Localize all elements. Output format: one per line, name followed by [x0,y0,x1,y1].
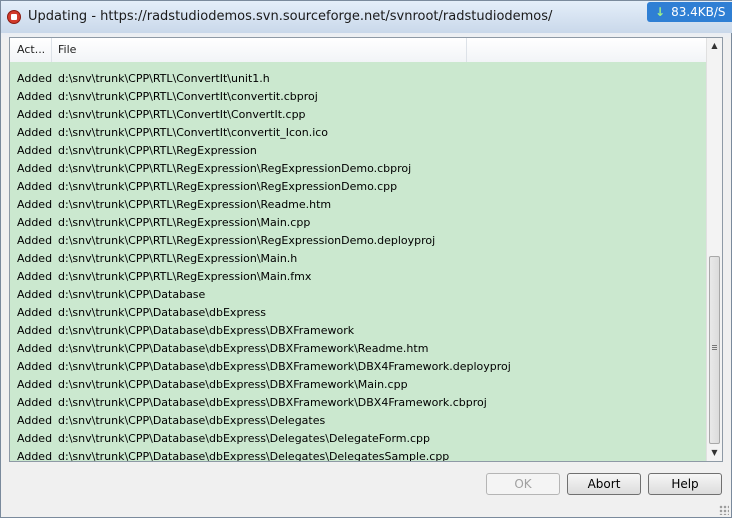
help-button[interactable]: Help [648,473,722,495]
row-file-path: d:\snv\trunk\CPP\RTL\ConvertIt\unit1.h [58,72,270,85]
row-file-path: d:\snv\trunk\CPP\RTL\RegExpression [58,144,257,157]
abort-button[interactable]: Abort [567,473,641,495]
list-item[interactable]: Added d:\snv\trunk\CPP\Database\dbExpress… [10,340,706,358]
list-item[interactable]: Added d:\snv\trunk\CPP\RTL\RegExpression\… [10,160,706,178]
list-item[interactable]: Added d:\snv\trunk\CPP\Database\dbExpress… [10,322,706,340]
scrollbar-thumb[interactable] [709,256,720,444]
row-file-path: d:\snv\trunk\CPP\Database\dbExpress\Dele… [58,432,431,445]
resize-grip-icon[interactable] [719,505,729,515]
list-item[interactable]: Added d:\snv\trunk\CPP\RTL\RegExpression [10,142,706,160]
title-bar[interactable]: Updating - https://radstudiodemos.svn.so… [1,1,732,33]
scroll-up-arrow-icon[interactable]: ▲ [707,38,722,54]
row-file-path: d:\snv\trunk\CPP\Database\dbExpress\Dele… [58,450,450,462]
list-item[interactable]: Added d:\snv\trunk\CPP\RTL\ConvertIt\conv… [10,124,706,142]
row-action: Added [17,378,53,391]
row-action: Added [17,432,53,445]
row-action: Added [17,342,53,355]
row-file-path: d:\snv\trunk\CPP\RTL\RegExpression\Main.… [58,252,298,265]
vertical-scrollbar[interactable]: ▲ ▼ [706,38,722,461]
row-file-path: d:\snv\trunk\CPP\RTL\ConvertIt\convertit… [58,126,329,139]
row-file-path: d:\snv\trunk\CPP\Database\dbExpress\DBXF… [58,342,429,355]
row-file-path: d:\snv\trunk\CPP\Database\dbExpress\DBXF… [58,360,511,373]
row-action: Added [17,450,53,462]
list-rows: Added d:\snv\trunk\CPP\RTL\ConvertIt\unit… [10,62,706,462]
list-item[interactable]: Added d:\snv\trunk\CPP\RTL\ConvertIt\Conv… [10,106,706,124]
row-file-path: d:\snv\trunk\CPP\RTL\ConvertIt\convertit… [58,90,318,103]
list-item[interactable]: Added d:\snv\trunk\CPP\Database\dbExpress… [10,448,706,462]
ok-button[interactable]: OK [486,473,560,495]
row-file-path: d:\snv\trunk\CPP\RTL\RegExpression\RegEx… [58,162,412,175]
row-action: Added [17,396,53,409]
list-item[interactable]: Added d:\snv\trunk\CPP\Database\dbExpress… [10,394,706,412]
row-file-path: d:\snv\trunk\CPP\RTL\RegExpression\Main.… [58,270,312,283]
row-action: Added [17,108,53,121]
row-file-path: d:\snv\trunk\CPP\RTL\RegExpression\Readm… [58,198,332,211]
list-item[interactable]: Added d:\snv\trunk\CPP\RTL\ConvertIt\unit… [10,70,706,88]
scroll-down-arrow-icon[interactable]: ▼ [707,445,722,461]
row-action: Added [17,252,53,265]
window-title: Updating - https://radstudiodemos.svn.so… [28,9,553,24]
row-file-path: d:\snv\trunk\CPP\Database\dbExpress\DBXF… [58,378,408,391]
row-action: Added [17,126,53,139]
list-item[interactable]: Added d:\snv\trunk\CPP\RTL\ConvertIt\conv… [10,88,706,106]
list-item[interactable]: Added d:\snv\trunk\CPP\Database\dbExpress… [10,358,706,376]
row-action: Added [17,288,53,301]
row-action: Added [17,324,53,337]
partial-scrolled-row [10,62,706,70]
list-item[interactable]: Added d:\snv\trunk\CPP\Database\dbExpress… [10,376,706,394]
row-action: Added [17,162,53,175]
download-speed-text: 83.4KB/S [671,5,726,19]
file-action-list[interactable]: Act... File Added d:\snv\trunk\CPP\RTL\Co… [9,37,723,462]
list-item[interactable]: Added d:\snv\trunk\CPP\RTL\RegExpression\… [10,250,706,268]
list-item[interactable]: Added d:\snv\trunk\CPP\RTL\RegExpression\… [10,178,706,196]
row-action: Added [17,216,53,229]
row-file-path: d:\snv\trunk\CPP\Database\dbExpress\DBXF… [58,396,487,409]
list-item[interactable]: Added d:\snv\trunk\CPP\Database\dbExpress [10,304,706,322]
update-dialog-window: Updating - https://radstudiodemos.svn.so… [0,0,732,518]
row-action: Added [17,360,53,373]
row-action: Added [17,144,53,157]
list-item[interactable]: Added d:\snv\trunk\CPP\RTL\RegExpression\… [10,214,706,232]
list-item[interactable]: Added d:\snv\trunk\CPP\Database [10,286,706,304]
row-action: Added [17,270,53,283]
row-file-path: d:\snv\trunk\CPP\Database [58,288,206,301]
row-action: Added [17,198,53,211]
row-action: Added [17,90,53,103]
list-header: Act... File [10,38,706,63]
list-item[interactable]: Added d:\snv\trunk\CPP\RTL\RegExpression\… [10,232,706,250]
download-speed-badge: ↓ 83.4KB/S [647,2,732,22]
row-action: Added [17,414,53,427]
row-action: Added [17,180,53,193]
row-file-path: d:\snv\trunk\CPP\RTL\RegExpression\RegEx… [58,180,398,193]
thumb-grip-icon [712,345,717,346]
row-file-path: d:\snv\trunk\CPP\RTL\RegExpression\RegEx… [58,234,436,247]
column-header-file[interactable]: File [52,38,467,62]
row-file-path: d:\snv\trunk\CPP\RTL\RegExpression\Main.… [58,216,311,229]
svn-app-icon [7,10,21,24]
list-item[interactable]: Added d:\snv\trunk\CPP\Database\dbExpress… [10,412,706,430]
list-item[interactable]: Added d:\snv\trunk\CPP\Database\dbExpress… [10,430,706,448]
row-action: Added [17,72,53,85]
row-file-path: d:\snv\trunk\CPP\Database\dbExpress\DBXF… [58,324,355,337]
row-file-path: d:\snv\trunk\CPP\Database\dbExpress\Dele… [58,414,326,427]
row-action: Added [17,306,53,319]
row-action: Added [17,234,53,247]
row-file-path: d:\snv\trunk\CPP\Database\dbExpress [58,306,266,319]
column-header-action[interactable]: Act... [10,38,52,62]
list-item[interactable]: Added d:\snv\trunk\CPP\RTL\RegExpression\… [10,268,706,286]
list-item[interactable]: Added d:\snv\trunk\CPP\RTL\RegExpression\… [10,196,706,214]
download-arrow-icon: ↓ [655,5,666,19]
row-file-path: d:\snv\trunk\CPP\RTL\ConvertIt\ConvertIt… [58,108,306,121]
